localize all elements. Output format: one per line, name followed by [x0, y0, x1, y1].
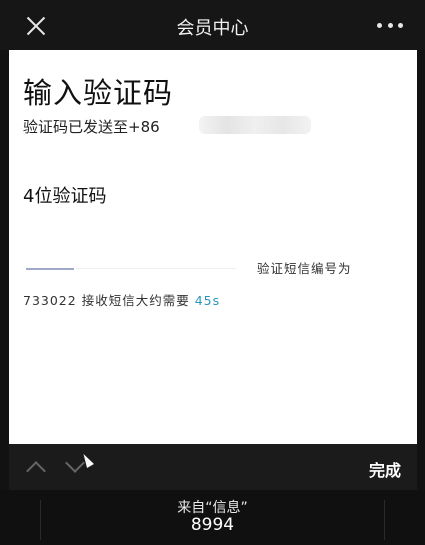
countdown-timer: 45s — [194, 293, 221, 308]
sent-to-label: 验证码已发送至+86 — [23, 118, 160, 136]
page-title: 会员中心 — [176, 18, 249, 39]
sms-hint-line1: 验证短信编号为 — [257, 261, 352, 276]
chevron-up-icon[interactable] — [27, 458, 43, 474]
code-input-field[interactable] — [76, 268, 236, 269]
done-button[interactable]: 完成 — [369, 457, 401, 481]
nav-bar: 会员中心 — [0, 0, 425, 50]
autofill-suggestion-bar[interactable]: 来自“信息” 8994 — [0, 490, 425, 545]
sms-hint-prefix: 733022 接收短信大约需要 — [23, 293, 190, 308]
suggestion-source: 来自“信息” — [177, 500, 248, 516]
verification-panel: 输入验证码 验证码已发送至+86 4位验证码 验证短信编号为 733022 接收… — [9, 50, 417, 444]
code-length-label: 4位验证码 — [23, 186, 107, 207]
sms-hint-line2: 733022 接收短信大约需要 45s — [23, 290, 220, 309]
code-input-cursor-line[interactable] — [26, 268, 74, 270]
verify-heading: 输入验证码 — [23, 76, 174, 110]
suggested-code[interactable]: 8994 — [0, 515, 425, 535]
more-icon[interactable] — [377, 17, 403, 33]
masked-phone-number — [199, 116, 311, 134]
keyboard-accessory-bar: 完成 — [9, 444, 417, 490]
chevron-down-icon[interactable] — [66, 458, 82, 474]
